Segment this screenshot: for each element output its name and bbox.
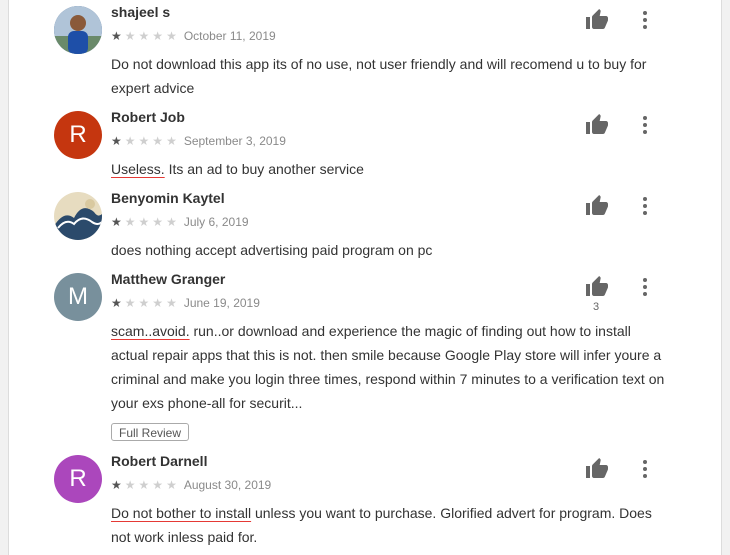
avatar (54, 6, 102, 54)
thumbs-up-icon[interactable] (585, 457, 609, 481)
star-empty-icon: ★ (124, 29, 136, 43)
thumbs-up-icon[interactable] (585, 194, 609, 218)
review-text-rest: Its an ad to buy another service (164, 161, 364, 177)
star-empty-icon: ★ (166, 215, 177, 229)
star-empty-icon: ★ (138, 134, 150, 148)
review-date: September 3, 2019 (183, 134, 286, 148)
review-author: Benyomin Kaytel (111, 190, 225, 206)
review-text: scam..avoid. run..or download and experi… (111, 319, 671, 415)
star-rating: ★ ★ ★ ★ ★ June 19, 2019 (111, 296, 260, 310)
review-text: Useless. Its an ad to buy another servic… (111, 157, 671, 181)
review-author: Robert Job (111, 109, 185, 125)
star-empty-icon: ★ (152, 478, 164, 492)
right-frame-edge (721, 0, 730, 555)
star-empty-icon: ★ (152, 134, 164, 148)
avatar: R (54, 111, 102, 159)
star-empty-icon: ★ (152, 215, 164, 229)
avatar: M (54, 273, 102, 321)
star-empty-icon: ★ (166, 296, 177, 310)
full-review-button[interactable]: Full Review (111, 423, 190, 441)
helpful-count: 3 (593, 301, 600, 313)
star-filled-icon: ★ (111, 134, 122, 148)
more-options-icon[interactable] (636, 458, 654, 478)
star-rating: ★ ★ ★ ★ ★ August 30, 2019 (111, 478, 271, 492)
star-empty-icon: ★ (166, 134, 177, 148)
star-rating: ★ ★ ★ ★ ★ July 6, 2019 (111, 215, 249, 229)
review-text: does nothing accept advertising paid pro… (111, 242, 433, 258)
review-author: shajeel s (111, 4, 171, 20)
thumbs-up-icon[interactable] (585, 275, 609, 299)
more-options-icon[interactable] (636, 276, 654, 296)
review-author: Robert Darnell (111, 453, 208, 469)
wave-artwork-icon (54, 192, 102, 240)
review-date: June 19, 2019 (183, 296, 260, 310)
review-text: Do not bother to install unless you want… (111, 501, 671, 549)
star-filled-icon: ★ (111, 29, 122, 43)
thumbs-up-icon[interactable] (585, 8, 609, 32)
star-empty-icon: ★ (124, 215, 136, 229)
star-rating: ★ ★ ★ ★ ★ October 11, 2019 (111, 29, 276, 43)
star-empty-icon: ★ (152, 296, 164, 310)
review-date: October 11, 2019 (183, 29, 276, 43)
star-empty-icon: ★ (124, 478, 136, 492)
more-options-icon[interactable] (636, 114, 654, 134)
star-empty-icon: ★ (138, 478, 150, 492)
star-empty-icon: ★ (152, 29, 164, 43)
star-empty-icon: ★ (166, 29, 177, 43)
star-filled-icon: ★ (111, 478, 122, 492)
underlined-text: scam..avoid. (111, 323, 190, 339)
star-filled-icon: ★ (111, 296, 122, 310)
star-rating: ★ ★ ★ ★ ★ September 3, 2019 (111, 134, 286, 148)
review-date: August 30, 2019 (183, 478, 272, 492)
star-empty-icon: ★ (166, 478, 177, 492)
star-empty-icon: ★ (138, 215, 150, 229)
review-author: Matthew Granger (111, 271, 226, 287)
user-photo-icon (54, 6, 102, 54)
thumbs-up-icon[interactable] (585, 113, 609, 137)
review-text: Do not download this app its of no use, … (111, 56, 647, 96)
star-empty-icon: ★ (124, 296, 136, 310)
avatar (54, 192, 102, 240)
underlined-text: Do not bother to install (111, 505, 252, 521)
more-options-icon[interactable] (636, 195, 654, 215)
star-empty-icon: ★ (138, 296, 150, 310)
review-text-rest: run..or download and experience the magi… (111, 323, 665, 411)
star-empty-icon: ★ (138, 29, 150, 43)
star-empty-icon: ★ (124, 134, 136, 148)
left-frame-edge (0, 0, 9, 555)
more-options-icon[interactable] (636, 9, 654, 29)
underlined-text: Useless. (111, 161, 165, 177)
star-filled-icon: ★ (111, 215, 122, 229)
avatar: R (54, 455, 102, 503)
review-date: July 6, 2019 (183, 215, 249, 229)
